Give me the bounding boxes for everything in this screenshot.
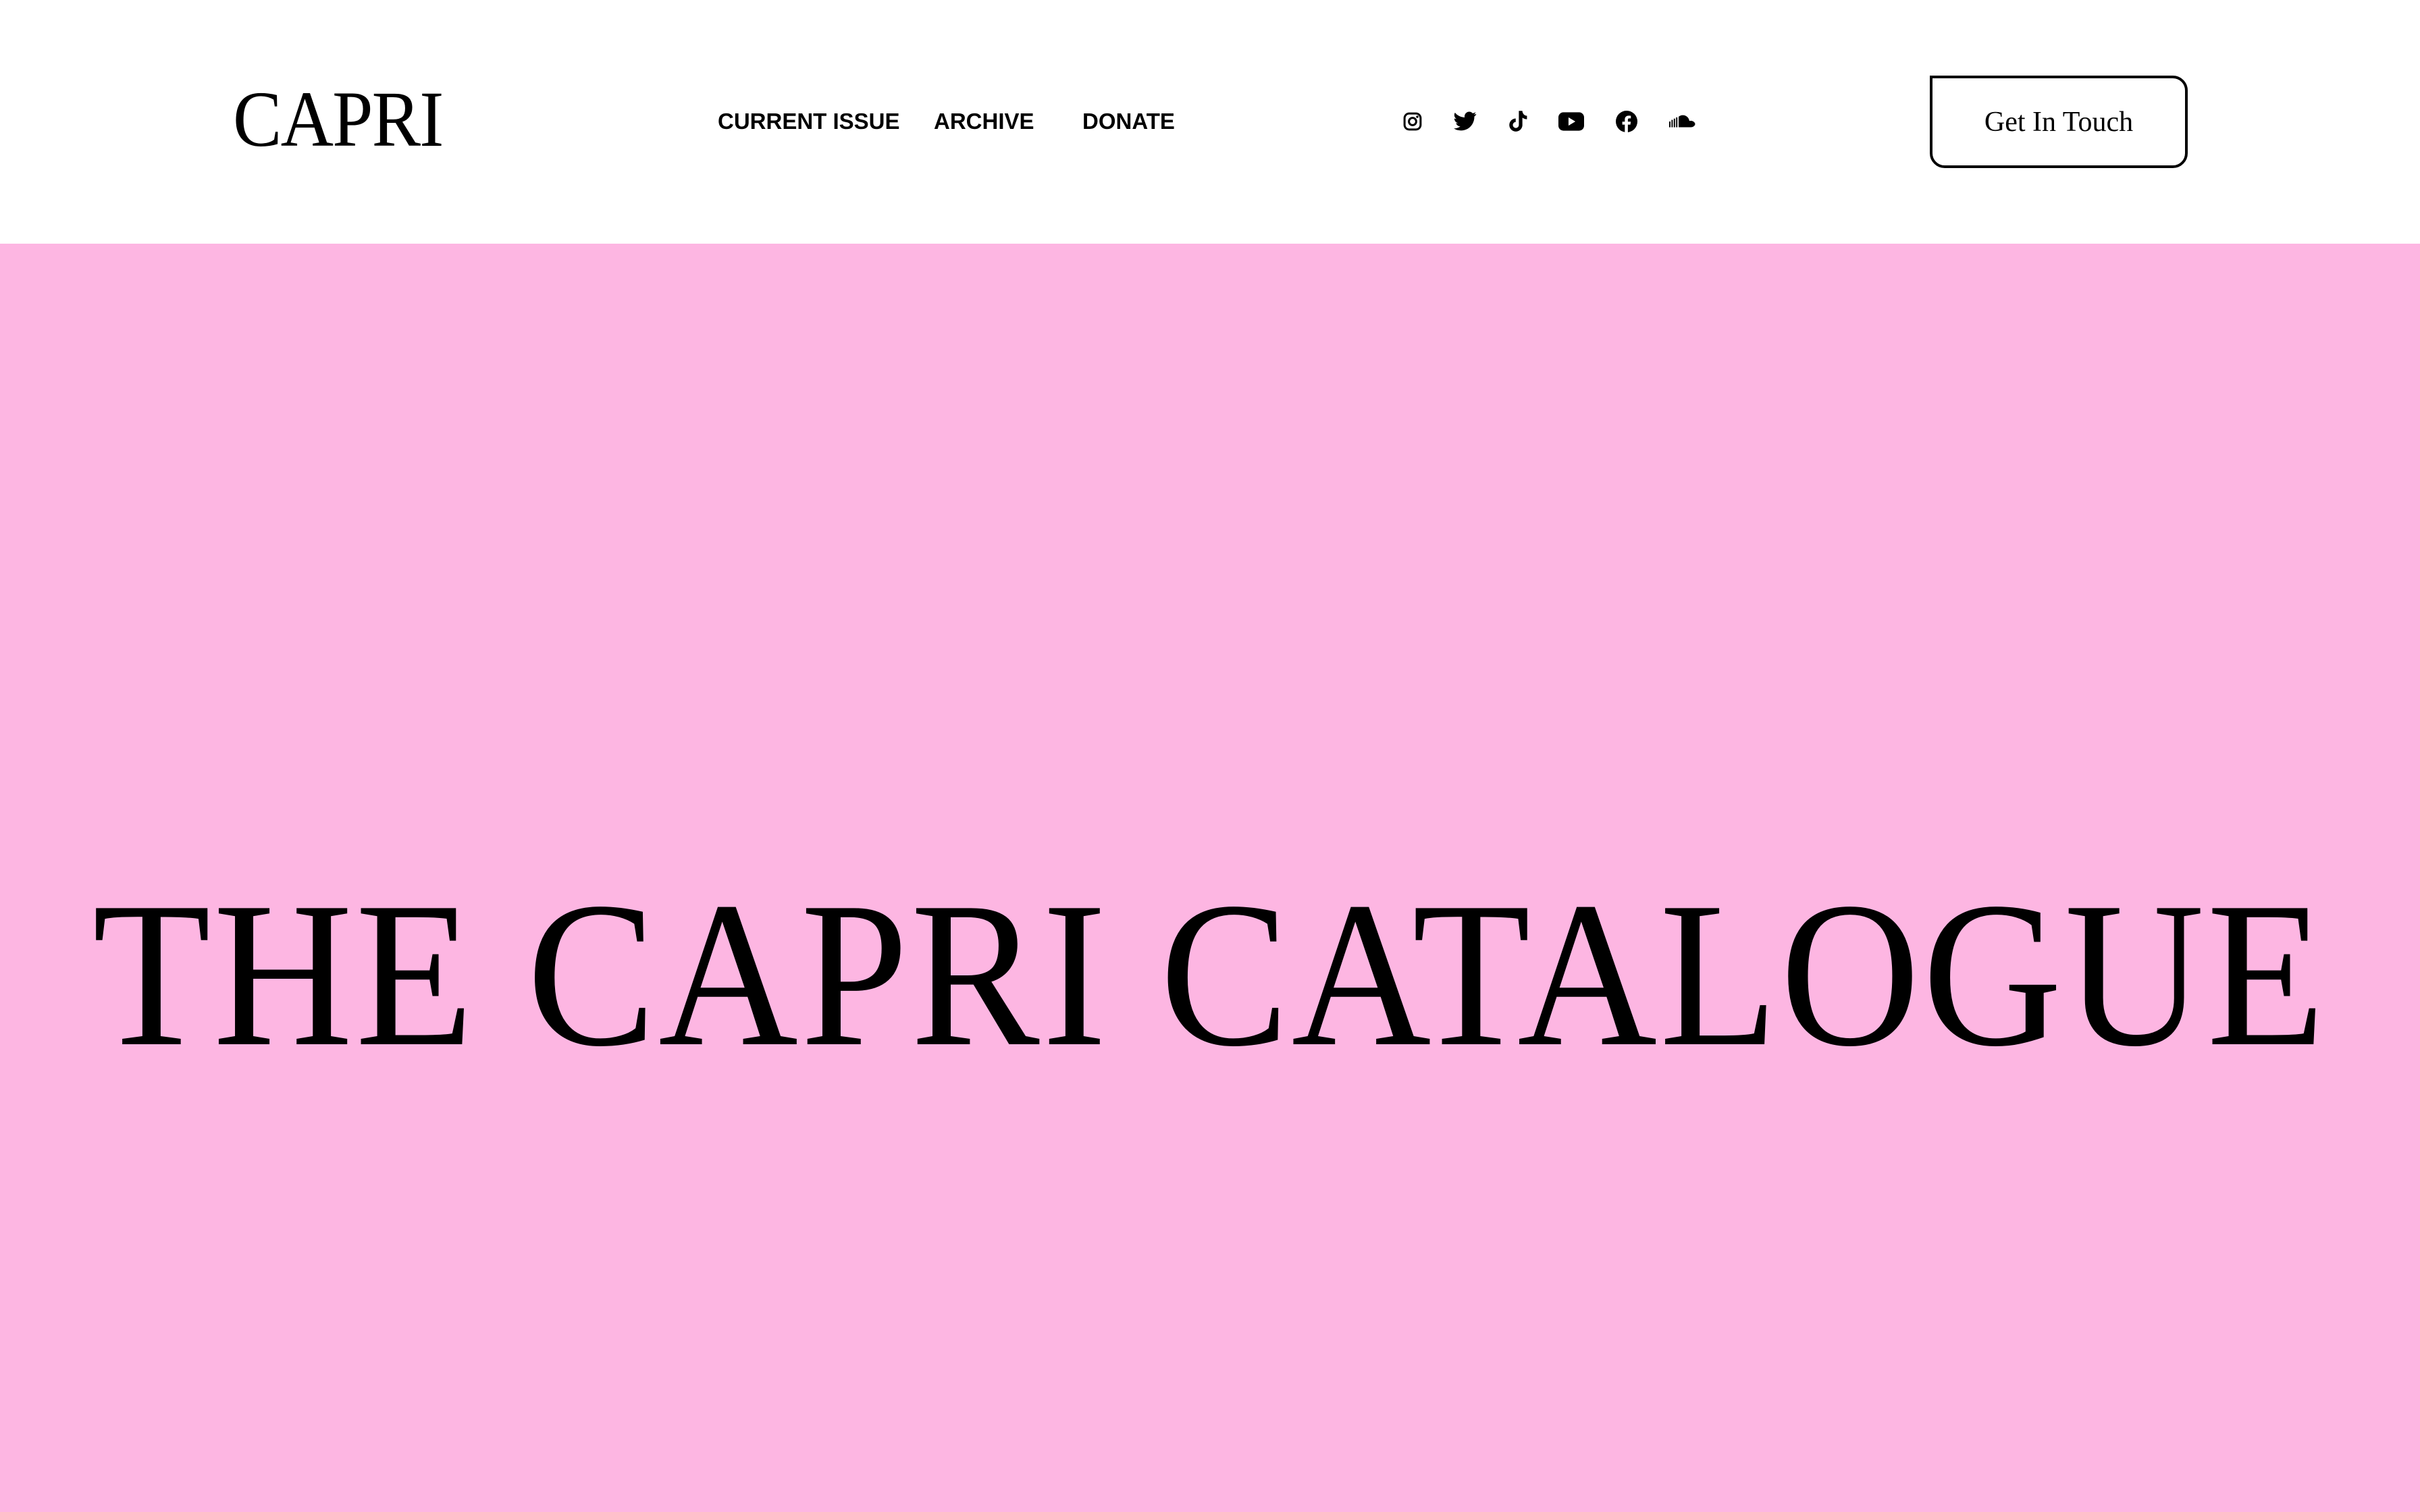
youtube-icon[interactable] [1552, 102, 1591, 141]
site-header: CAPRI CURRENT ISSUE ARCHIVE DONATE Get I… [0, 0, 2420, 244]
twitter-icon[interactable] [1446, 102, 1485, 141]
get-in-touch-button[interactable]: Get In Touch [1930, 76, 2188, 168]
soundcloud-icon[interactable] [1664, 102, 1704, 141]
facebook-icon[interactable] [1607, 102, 1646, 141]
instagram-icon[interactable] [1393, 102, 1432, 141]
hero-title: THE CAPRI CATALOGUE [93, 859, 2327, 1089]
hero-banner: THE CAPRI CATALOGUE [0, 244, 2420, 1512]
tiktok-icon[interactable] [1498, 102, 1537, 141]
